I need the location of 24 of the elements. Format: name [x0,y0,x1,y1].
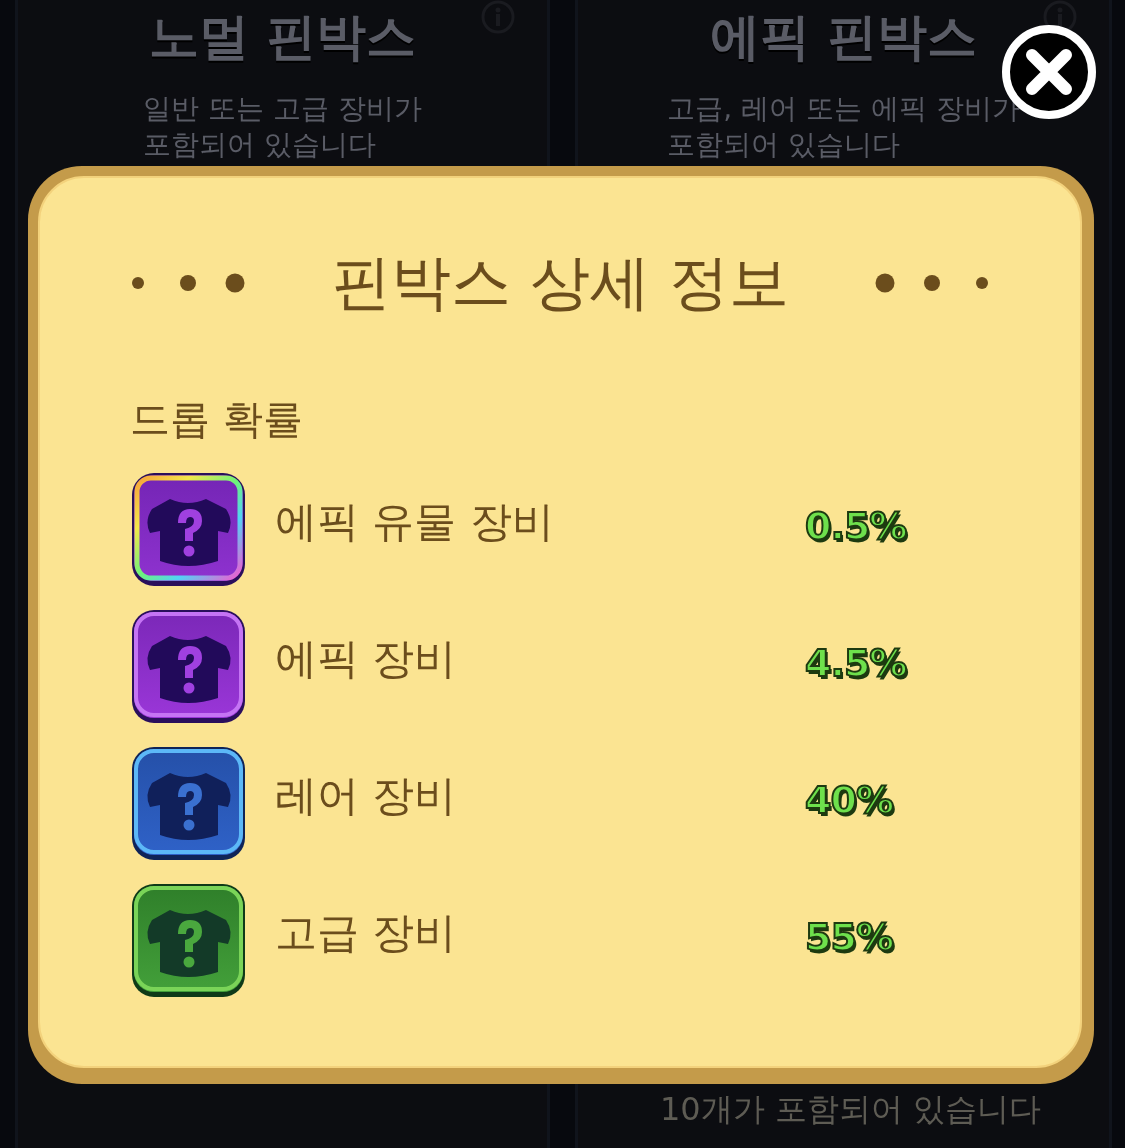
card-title: 노멀 핀박스 [148,7,417,68]
card-title: 에픽 핀박스 [709,7,978,68]
mystery-shirt-icon [130,745,247,862]
card-description: 포함되어 있습니다 [143,127,378,163]
drop-chance: 4.5% [805,640,907,685]
mystery-shirt-icon [130,471,247,588]
item-name: 고급 장비 [275,906,458,959]
section-label: 드롭 확률 [130,395,304,444]
item-name: 에픽 장비 [275,632,458,685]
card-description: 고급, 레어 또는 에픽 장비가 [667,91,1020,127]
drop-chance: 40% [805,777,893,822]
dots-icon [130,271,245,295]
card-description: 포함되어 있습니다 [667,127,902,163]
mystery-shirt-icon [130,608,247,725]
item-name: 레어 장비 [275,769,458,822]
drop-chance: 0.5% [805,503,907,548]
close-icon [1024,47,1074,97]
card-description: 일반 또는 고급 장비가 [143,91,422,127]
drop-chance: 55% [805,914,893,959]
dots-icon [875,271,990,295]
dialog-title: 핀박스 상세 정보 [330,245,790,319]
mystery-shirt-icon [130,882,247,999]
card-description: 10개가 포함되어 있습니다 [660,1089,1042,1130]
item-name: 에픽 유물 장비 [275,495,555,548]
